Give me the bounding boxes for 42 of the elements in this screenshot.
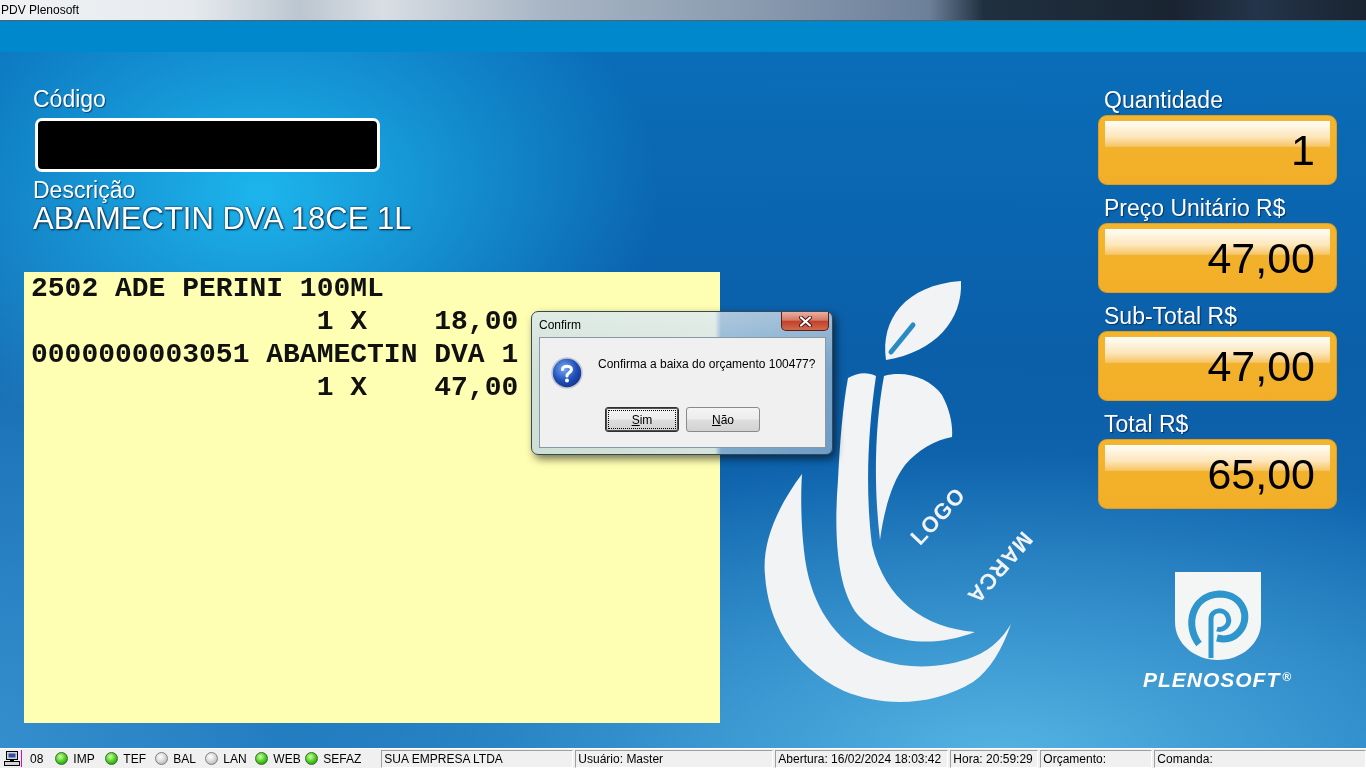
status-panel: Abertura: 16/02/2024 18:03:42: [775, 749, 949, 768]
item-description: 2502 ADE PERINI 100ML: [31, 273, 384, 304]
display-title: Sub-Total R$: [1104, 304, 1237, 328]
status-panel: Orçamento:: [1040, 749, 1153, 768]
status-panel: Usuário: Master: [575, 749, 774, 768]
item-quantity: 1 X: [316, 306, 368, 337]
brand-name: PLENOSOFT$^{®}$: [1142, 667, 1293, 692]
value-display: 47,00: [1098, 331, 1337, 401]
value-display: 47,00: [1098, 223, 1337, 293]
indicator-label: TEF: [123, 751, 147, 766]
computer-icon: [3, 750, 22, 767]
dialog-button[interactable]: Não: [686, 407, 760, 432]
code-input-field[interactable]: [35, 118, 380, 172]
indicator-label: WEB: [273, 751, 301, 766]
indicator-label: BAL: [173, 751, 197, 766]
dialog-title: Confirm: [539, 317, 581, 332]
window-title: PDV Plenosoft: [1, 3, 80, 17]
shield-logo-icon: [1174, 572, 1261, 660]
display-title: Preço Unitário R$: [1104, 196, 1286, 220]
item-quantity: 1 X: [316, 372, 368, 403]
value-display: 1: [1098, 115, 1337, 185]
product-description: ABAMECTIN DVA 18CE 1L: [33, 202, 412, 236]
close-icon: [798, 315, 812, 327]
status-panel: Comanda:: [1154, 749, 1366, 768]
indicator-label: LAN: [223, 751, 247, 766]
status-panel: SUA EMPRESA LTDA: [381, 749, 574, 768]
display-title: Quantidade: [1104, 88, 1223, 112]
terminal-number: 08: [30, 751, 44, 766]
status-panel: Hora: 20:59:29: [950, 749, 1039, 768]
display-title: Total R$: [1104, 412, 1189, 436]
dialog-message: Confirma a baixa do orçamento 100477?: [598, 357, 816, 371]
dialog-button[interactable]: Sim: [605, 407, 679, 432]
value-display: 65,00: [1098, 439, 1337, 509]
item-description: 0000000003051 ABAMECTIN DVA 1: [31, 339, 519, 370]
close-button[interactable]: [781, 312, 829, 331]
item-price: 18,00: [434, 306, 519, 337]
indicator-label: IMP: [73, 751, 95, 766]
field-label: Descrição: [33, 178, 136, 202]
item-price: 47,00: [434, 372, 519, 403]
indicator-label: SEFAZ: [323, 751, 362, 766]
field-label: Código: [33, 86, 106, 112]
question-icon: [551, 357, 583, 389]
